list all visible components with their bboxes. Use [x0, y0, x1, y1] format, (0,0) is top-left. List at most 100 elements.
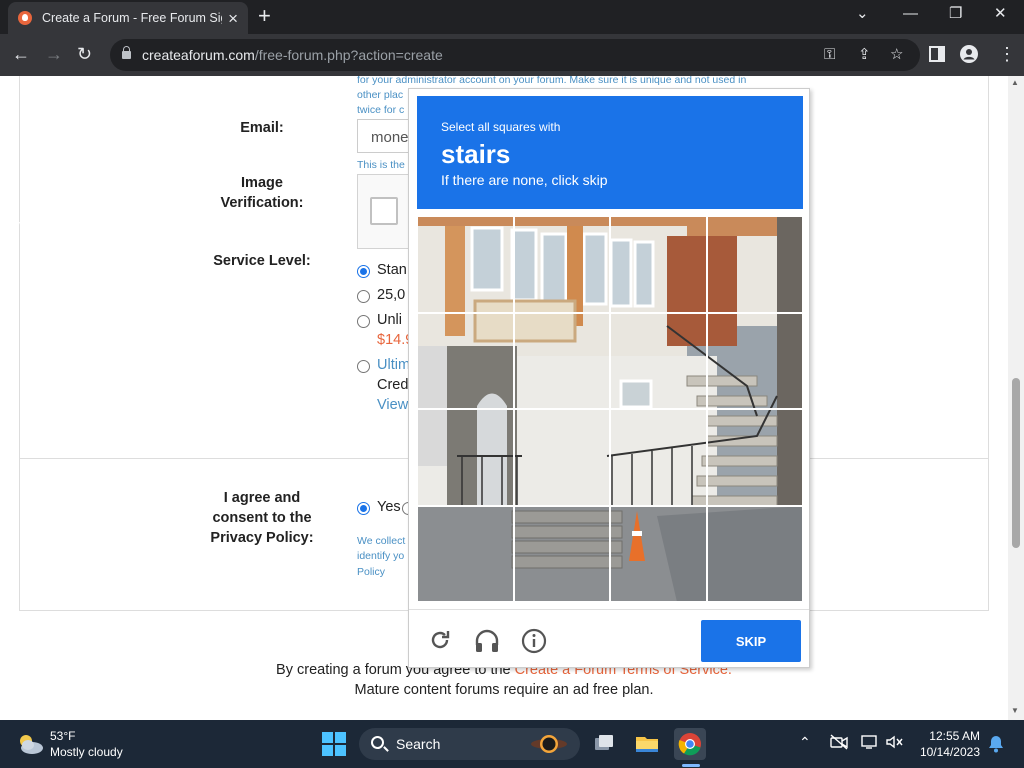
- privacy-hint-line2: identify yo: [357, 550, 405, 562]
- url-text[interactable]: createaforum.com/free-forum.php?action=c…: [142, 47, 443, 63]
- bookmark-star-icon[interactable]: ☆: [890, 46, 903, 64]
- challenge-footer: SKIP: [409, 609, 809, 667]
- privacy-policy-link[interactable]: Policy: [357, 565, 385, 580]
- challenge-instruction: Select all squares with: [441, 120, 561, 134]
- tray-overflow-chevron-icon[interactable]: ⌃: [799, 734, 811, 751]
- tab-title: Create a Forum - Free Forum Sig: [42, 11, 222, 25]
- challenge-tile[interactable]: [513, 312, 610, 409]
- close-window-icon[interactable]: ✕: [994, 4, 1007, 24]
- radio-agree-yes[interactable]: [357, 502, 370, 515]
- browser-toolbar: ← → ↻ createaforum.com/free-forum.php?ac…: [0, 34, 1024, 76]
- display-network-tray-icon[interactable]: [861, 734, 879, 753]
- challenge-tile[interactable]: [706, 505, 803, 602]
- privacy-consent-label: I agree and consent to the Privacy Polic…: [210, 490, 314, 546]
- challenge-tile[interactable]: [706, 312, 803, 409]
- notification-bell-icon[interactable]: [988, 735, 1004, 753]
- agree-yes-label: Yes: [377, 499, 401, 515]
- challenge-tile[interactable]: [417, 312, 514, 409]
- search-icon: [371, 736, 384, 749]
- mouse-cursor: [6, 222, 20, 240]
- challenge-tile[interactable]: [417, 216, 514, 313]
- taskbar-search[interactable]: Search: [359, 728, 580, 760]
- key-icon[interactable]: ⚿: [824, 46, 835, 64]
- option-standard-label: Stan: [377, 262, 407, 278]
- page-content: for your administrator account on your f…: [0, 76, 1008, 720]
- option-ultimate-label[interactable]: Ultim: [377, 357, 410, 373]
- scroll-up-icon[interactable]: ▲: [1011, 78, 1019, 87]
- restore-icon[interactable]: ❐: [949, 4, 962, 24]
- help-info-icon[interactable]: [521, 628, 547, 659]
- clock-time[interactable]: 12:55 AM: [910, 729, 980, 743]
- service-level-label: Service Level:: [213, 253, 311, 269]
- back-arrow-icon[interactable]: ←: [12, 43, 30, 65]
- recaptcha-checkbox[interactable]: [370, 197, 398, 225]
- cloudy-moon-weather-icon[interactable]: [16, 732, 44, 756]
- admin-hint-line1: for your administrator account on your f…: [357, 76, 747, 86]
- weather-temperature: 53°F: [50, 729, 76, 743]
- option-25000-label: 25,0: [377, 287, 406, 303]
- volume-muted-tray-icon[interactable]: [885, 734, 903, 753]
- tab-close-icon[interactable]: ×: [228, 10, 238, 27]
- scroll-thumb[interactable]: [1012, 378, 1020, 548]
- chrome-taskbar-icon[interactable]: [674, 728, 706, 760]
- email-hint: This is the: [357, 159, 405, 171]
- mature-content-notice: Mature content forums require an ad free…: [354, 682, 654, 698]
- challenge-skip-hint: If there are none, click skip: [441, 172, 608, 188]
- challenge-tile[interactable]: [417, 409, 514, 506]
- file-explorer-icon[interactable]: [631, 728, 663, 760]
- windows-start-icon[interactable]: [322, 732, 346, 756]
- challenge-tile[interactable]: [513, 409, 610, 506]
- challenge-tile[interactable]: [610, 409, 707, 506]
- task-view-icon[interactable]: [588, 728, 620, 760]
- challenge-header: Select all squares with stairs If there …: [417, 96, 803, 209]
- image-verification-label: Image Verification:: [220, 175, 304, 211]
- share-icon[interactable]: ⇪: [858, 46, 871, 64]
- browser-menu-icon[interactable]: ⋮: [998, 43, 1016, 65]
- search-label: Search: [396, 736, 441, 752]
- reload-icon[interactable]: ↻: [77, 43, 92, 65]
- admin-hint-line2: other plac: [357, 89, 404, 101]
- profile-avatar-icon[interactable]: [960, 45, 978, 68]
- audio-challenge-headphones-icon[interactable]: [474, 628, 500, 659]
- radio-unlimited[interactable]: [357, 315, 370, 328]
- challenge-tile[interactable]: [706, 409, 803, 506]
- challenge-tile[interactable]: [706, 216, 803, 313]
- lock-icon: [122, 46, 131, 59]
- side-panel-icon[interactable]: [929, 45, 945, 67]
- challenge-tile[interactable]: [513, 505, 610, 602]
- browser-titlebar: Create a Forum - Free Forum Sig × + ⌄ — …: [0, 0, 1024, 34]
- challenge-image-grid: [417, 216, 803, 602]
- admin-hint-line3: twice for c: [357, 104, 405, 116]
- forum-favicon-icon: [18, 11, 32, 25]
- camera-off-tray-icon[interactable]: [830, 734, 848, 753]
- challenge-tile[interactable]: [610, 216, 707, 313]
- tab-search-chevron-icon[interactable]: ⌄: [856, 4, 869, 24]
- option-ultimate-view-link[interactable]: View: [377, 397, 408, 413]
- skip-button[interactable]: SKIP: [701, 620, 801, 662]
- scroll-down-icon[interactable]: ▼: [1011, 706, 1019, 715]
- search-highlight-eclipse-icon: [531, 735, 567, 753]
- radio-ultimate[interactable]: [357, 360, 370, 373]
- challenge-tile[interactable]: [610, 505, 707, 602]
- reload-challenge-icon[interactable]: [428, 628, 452, 657]
- challenge-tile[interactable]: [513, 216, 610, 313]
- windows-taskbar: 53°F Mostly cloudy Search ⌃ 12:55 AM 10/…: [0, 720, 1024, 768]
- radio-standard[interactable]: [357, 265, 370, 278]
- forward-arrow-icon[interactable]: →: [45, 43, 63, 65]
- clock-date[interactable]: 10/14/2023: [910, 745, 980, 759]
- chrome-active-indicator: [682, 764, 700, 767]
- new-tab-plus-icon[interactable]: +: [258, 4, 271, 28]
- radio-25000[interactable]: [357, 290, 370, 303]
- challenge-target-word: stairs: [441, 139, 511, 169]
- challenge-tile[interactable]: [417, 505, 514, 602]
- minimize-icon[interactable]: —: [903, 4, 918, 24]
- address-bar[interactable]: createaforum.com/free-forum.php?action=c…: [110, 39, 920, 71]
- option-unlimited-label: Unli: [377, 312, 402, 328]
- browser-tab[interactable]: Create a Forum - Free Forum Sig ×: [8, 2, 248, 34]
- recaptcha-challenge-dialog: Select all squares with stairs If there …: [408, 88, 810, 668]
- challenge-tile[interactable]: [610, 312, 707, 409]
- option-ultimate-line2: Cred: [377, 377, 409, 393]
- email-label: Email:: [240, 120, 284, 136]
- page-scrollbar[interactable]: ▲ ▼: [1008, 76, 1024, 720]
- privacy-hint-line1: We collect: [357, 535, 406, 547]
